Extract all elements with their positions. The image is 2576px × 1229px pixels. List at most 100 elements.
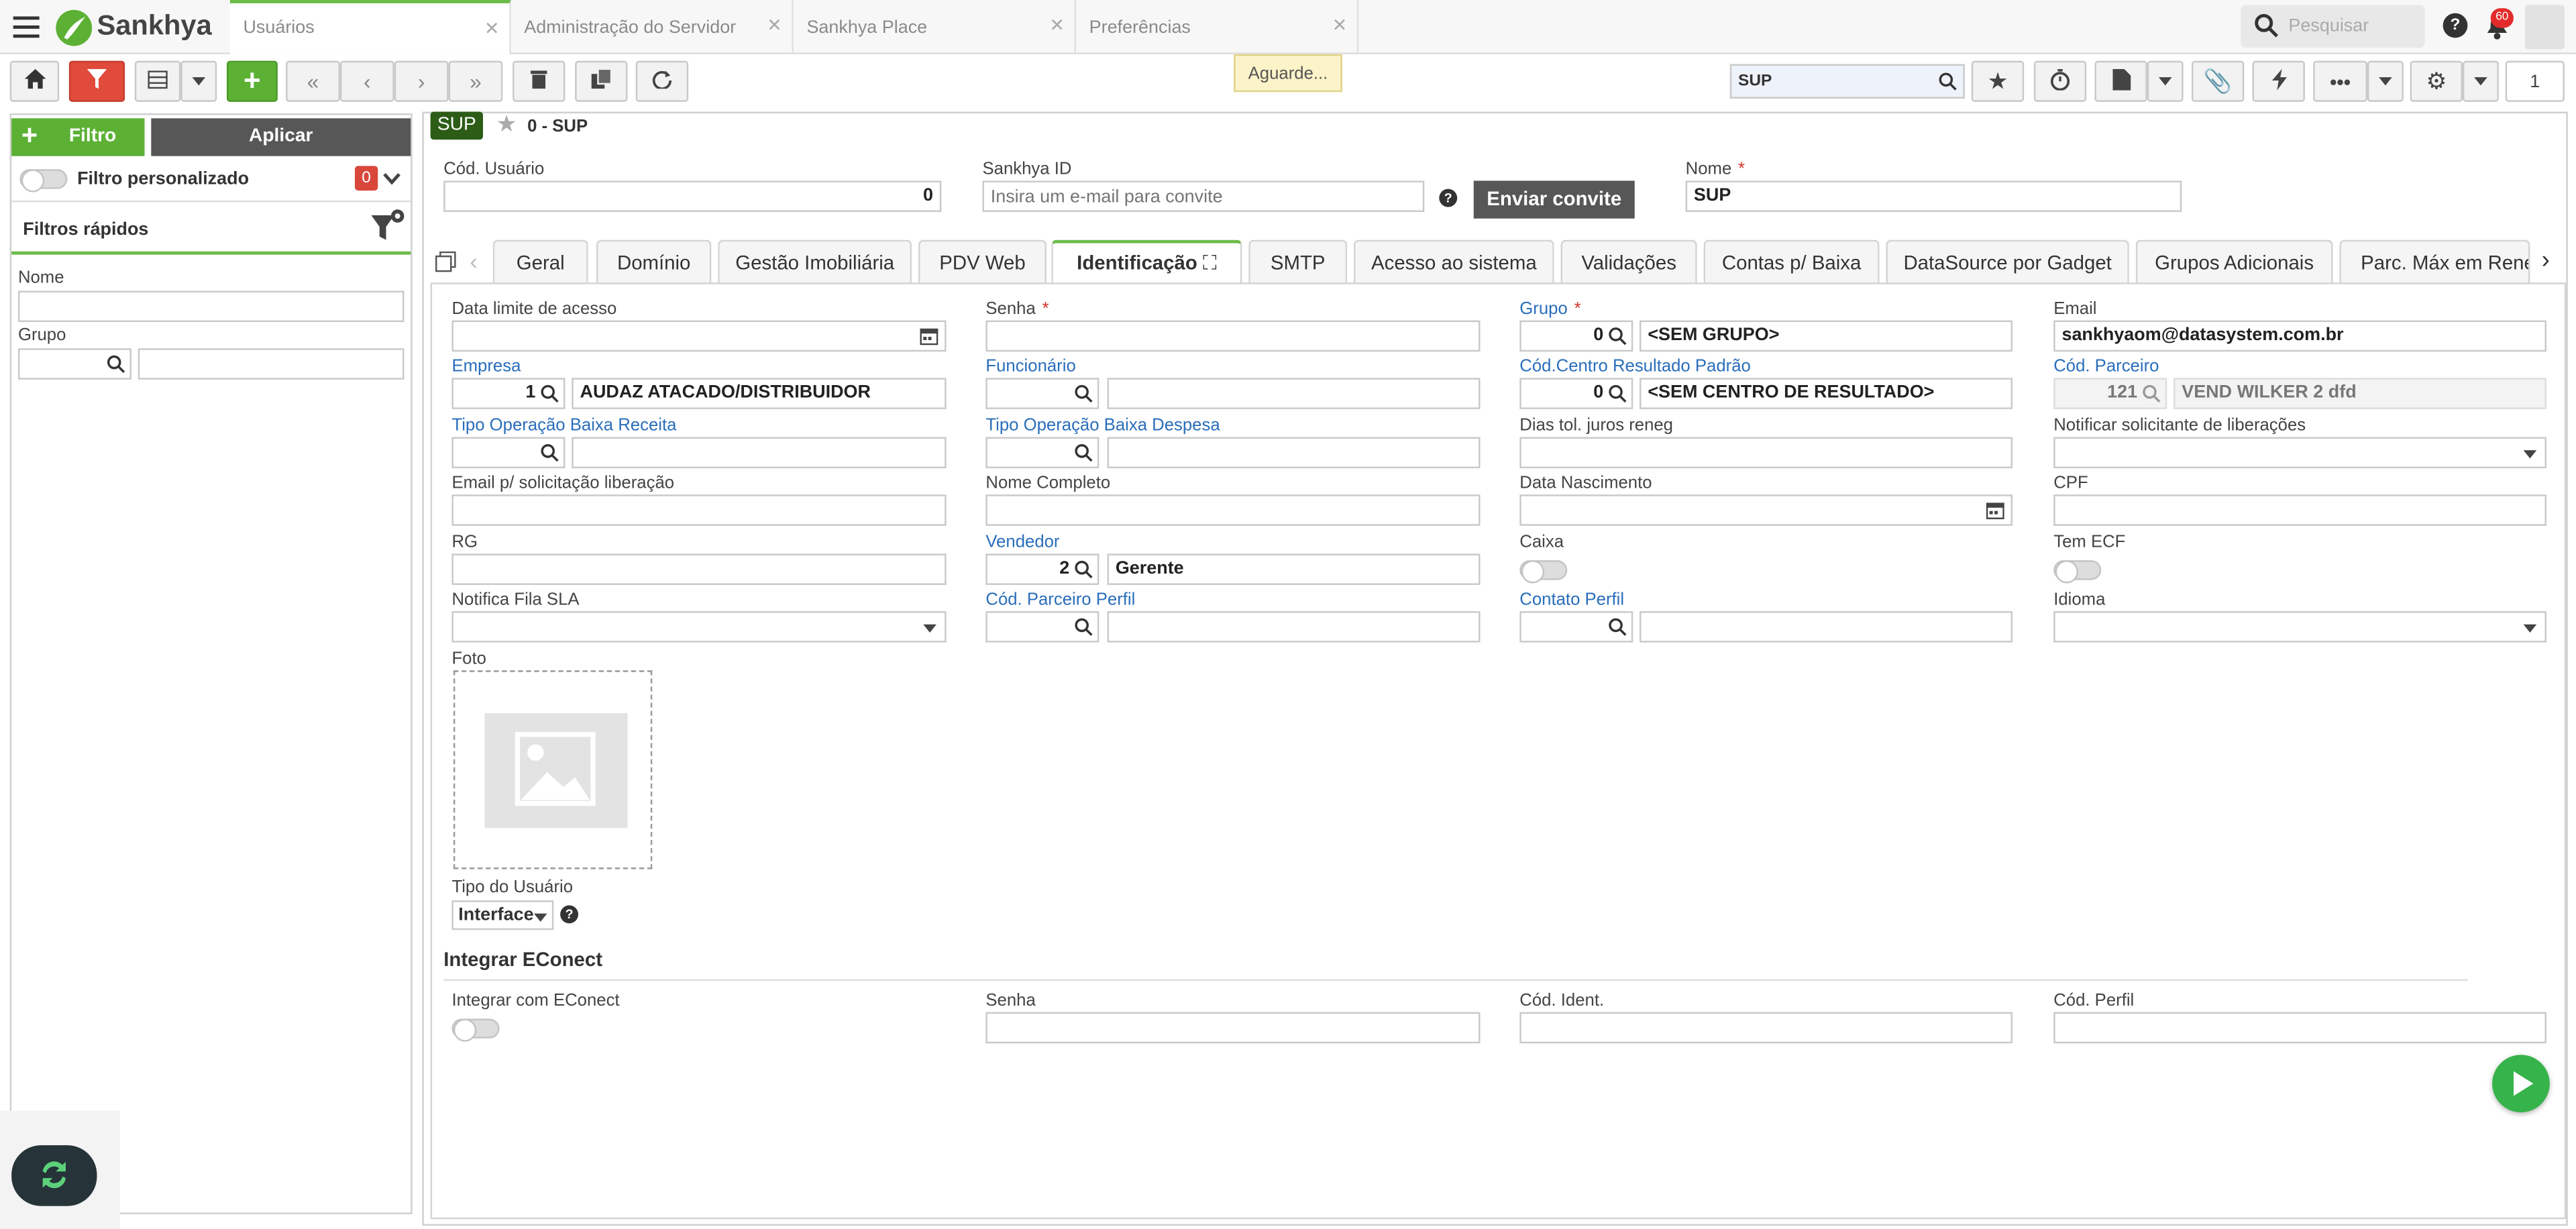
grupo-name-input[interactable]: <SEM GRUPO> xyxy=(1640,320,2013,352)
top-receita-label[interactable]: Tipo Operação Baixa Receita xyxy=(451,416,676,435)
help-icon[interactable]: ? xyxy=(2443,13,2468,38)
tab-acesso-sistema[interactable]: Acesso ao sistema xyxy=(1353,239,1554,283)
close-icon[interactable]: ✕ xyxy=(1332,15,1348,36)
rg-input[interactable] xyxy=(451,553,947,585)
filter-button[interactable] xyxy=(68,60,125,102)
tabs-scroll-left-icon[interactable]: ‹ xyxy=(470,248,477,274)
favorite-button[interactable]: ★ xyxy=(1971,60,2025,102)
chevron-down-icon[interactable] xyxy=(383,171,401,191)
centro-resultado-label[interactable]: Cód.Centro Resultado Padrão xyxy=(1519,356,1751,376)
notifica-sla-select[interactable] xyxy=(451,611,947,643)
tipo-usuario-select[interactable]: Interface xyxy=(451,900,554,930)
econect-senha-input[interactable] xyxy=(985,1012,1481,1044)
invite-button[interactable]: Enviar convite xyxy=(1473,180,1635,219)
integrar-econect-toggle[interactable] xyxy=(451,1018,500,1042)
grid-view-button[interactable] xyxy=(134,60,181,102)
help-icon[interactable]: ? xyxy=(1439,189,1458,207)
top-despesa-label[interactable]: Tipo Operação Baixa Despesa xyxy=(985,416,1220,435)
last-record-button[interactable]: » xyxy=(448,60,503,102)
data-limite-input[interactable] xyxy=(451,320,947,352)
global-search[interactable]: Pesquisar xyxy=(2241,5,2425,48)
add-button[interactable]: + xyxy=(226,60,278,102)
search-icon[interactable] xyxy=(107,355,125,378)
dias-tol-input[interactable] xyxy=(1519,437,2013,469)
top-receita-name-input[interactable] xyxy=(572,437,947,469)
settings-dropdown-button[interactable] xyxy=(2463,60,2499,102)
search-icon[interactable] xyxy=(541,443,559,466)
top-receita-code-input[interactable] xyxy=(451,437,566,469)
funcionario-label[interactable]: Funcionário xyxy=(985,356,1075,376)
quick-search-input[interactable]: SUP xyxy=(1729,64,1965,99)
tab-preferencias[interactable]: Preferências ✕ xyxy=(1076,0,1359,54)
email-input[interactable]: sankhyaom@datasystem.com.br xyxy=(2053,320,2546,352)
vendedor-label[interactable]: Vendedor xyxy=(985,533,1059,552)
search-icon[interactable] xyxy=(1075,618,1093,641)
centro-name-input[interactable]: <SEM CENTRO DE RESULTADO> xyxy=(1640,378,2013,409)
close-icon[interactable]: ✕ xyxy=(1049,15,1065,36)
centro-code-input[interactable]: 0 xyxy=(1519,378,1633,409)
grupo-label[interactable]: Grupo * xyxy=(1519,299,1580,319)
photo-upload-area[interactable] xyxy=(453,670,653,869)
vendedor-name-input[interactable]: Gerente xyxy=(1107,553,1481,585)
parceiro-label[interactable]: Cód. Parceiro xyxy=(2053,356,2159,376)
search-icon[interactable] xyxy=(1075,560,1093,583)
tab-usuarios[interactable]: Usuários ✕ xyxy=(229,0,511,54)
delete-button[interactable] xyxy=(513,60,566,102)
senha-input[interactable] xyxy=(985,320,1481,352)
avatar[interactable] xyxy=(2525,5,2565,50)
nome-completo-input[interactable] xyxy=(985,494,1481,526)
attachment-button[interactable]: 📎 xyxy=(2191,60,2245,102)
empresa-code-input[interactable]: 1 xyxy=(451,378,566,409)
chat-button[interactable] xyxy=(11,1145,97,1206)
close-icon[interactable]: ✕ xyxy=(767,15,782,36)
first-record-button[interactable]: « xyxy=(286,60,340,102)
tab-pdv-web[interactable]: PDV Web xyxy=(918,239,1047,283)
tab-dominio[interactable]: Domínio xyxy=(596,239,712,283)
search-icon[interactable] xyxy=(1075,384,1093,407)
top-despesa-code-input[interactable] xyxy=(985,437,1099,469)
search-icon[interactable] xyxy=(1609,384,1627,407)
filter-group-name-input[interactable] xyxy=(138,348,405,380)
add-filter-button[interactable]: + Filtro xyxy=(11,118,145,156)
star-icon[interactable]: ★ xyxy=(496,110,517,138)
contato-perfil-code-input[interactable] xyxy=(1519,611,1633,643)
refresh-button[interactable] xyxy=(635,60,689,102)
parceiro-perfil-name-input[interactable] xyxy=(1107,611,1481,643)
vendedor-code-input[interactable]: 2 xyxy=(985,553,1099,585)
copy-button[interactable] xyxy=(575,60,628,102)
cod-ident-input[interactable] xyxy=(1519,1012,2013,1044)
help-icon[interactable]: ? xyxy=(560,905,579,924)
menu-icon[interactable] xyxy=(13,16,40,38)
run-button[interactable] xyxy=(2492,1055,2550,1113)
tab-sankhya-place[interactable]: Sankhya Place ✕ xyxy=(794,0,1077,54)
tab-validacoes[interactable]: Validações xyxy=(1560,239,1697,283)
tab-datasource-gadget[interactable]: DataSource por Gadget xyxy=(1886,239,2129,283)
filter-name-input[interactable] xyxy=(17,290,405,323)
parceiro-perfil-code-input[interactable] xyxy=(985,611,1099,643)
email-liberacao-input[interactable] xyxy=(451,494,947,526)
search-icon[interactable] xyxy=(1939,72,1957,95)
tab-gestao-imobiliaria[interactable]: Gestão Imobiliária xyxy=(718,239,912,283)
actions-button[interactable] xyxy=(2252,60,2305,102)
tab-identificacao[interactable]: Identificação ⛶ xyxy=(1051,239,1242,284)
data-nascimento-input[interactable] xyxy=(1519,494,2013,526)
cpf-input[interactable] xyxy=(2053,494,2546,526)
tab-strip-copy-icon[interactable] xyxy=(435,251,457,278)
grupo-code-input[interactable]: 0 xyxy=(1519,320,1633,352)
empresa-label[interactable]: Empresa xyxy=(451,356,521,376)
search-icon[interactable] xyxy=(1609,618,1627,641)
page-number-box[interactable]: 1 xyxy=(2505,60,2565,102)
funcionario-name-input[interactable] xyxy=(1107,378,1481,409)
tem-ecf-toggle[interactable] xyxy=(2053,560,2102,584)
funcionario-code-input[interactable] xyxy=(985,378,1099,409)
search-icon[interactable] xyxy=(541,384,559,407)
tabs-scroll-right-icon[interactable]: › xyxy=(2542,246,2550,274)
home-button[interactable] xyxy=(9,60,60,102)
previous-record-button[interactable]: ‹ xyxy=(339,60,394,102)
apply-button[interactable]: Aplicar xyxy=(151,118,411,156)
calendar-icon[interactable] xyxy=(920,327,938,350)
settings-button[interactable]: ⚙ xyxy=(2410,60,2463,102)
search-icon[interactable] xyxy=(1609,327,1627,350)
cod-usuario-input[interactable]: 0 xyxy=(443,180,942,212)
tab-geral[interactable]: Geral xyxy=(492,239,588,283)
